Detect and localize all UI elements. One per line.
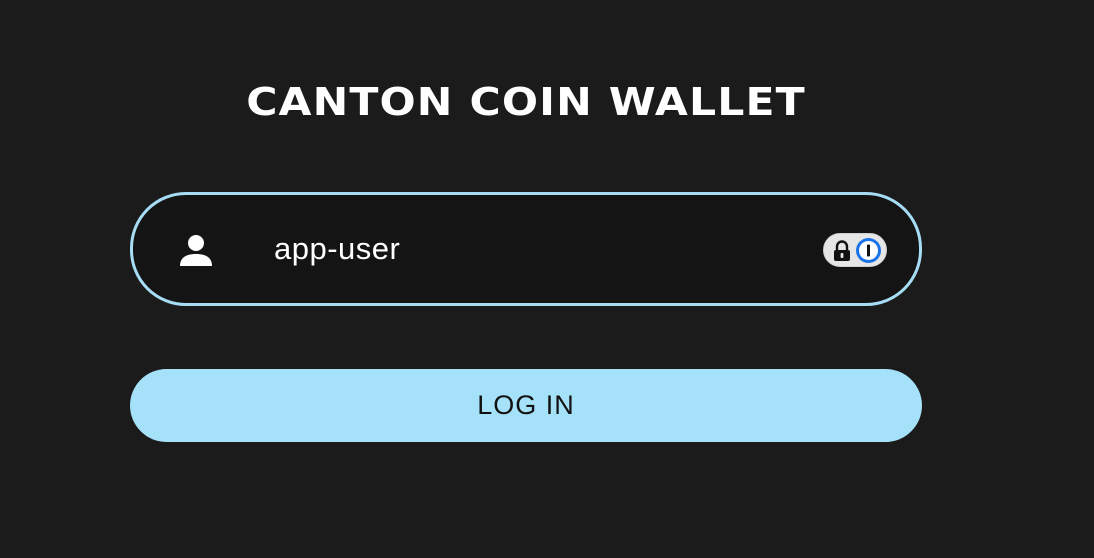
login-page: CANTON COIN WALLET app-user LOG IN <box>0 0 1094 558</box>
user-icon <box>179 233 213 267</box>
password-manager-icon <box>855 237 882 264</box>
password-manager-badge[interactable] <box>823 233 887 267</box>
username-input[interactable] <box>274 195 794 303</box>
login-button[interactable]: LOG IN <box>130 369 922 442</box>
page-title: CANTON COIN WALLET <box>246 80 806 124</box>
username-field[interactable] <box>130 192 922 306</box>
lock-icon <box>832 240 852 262</box>
